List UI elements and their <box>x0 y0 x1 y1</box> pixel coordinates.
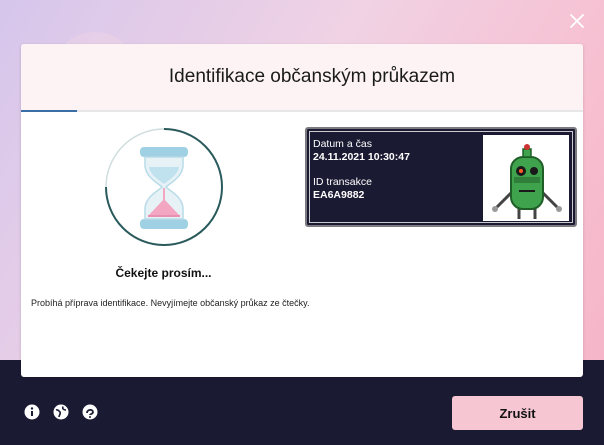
dialog-header: Identifikace občanským průkazem <box>21 44 583 112</box>
progress-bar <box>21 110 78 112</box>
transaction-id-value: EA6A9882 <box>313 189 365 201</box>
date-label: Datum a čas <box>313 138 372 150</box>
transaction-details: Datum a čas 24.11.2021 10:30:47 ID trans… <box>313 138 410 202</box>
status-message: Probíhá příprava identifikace. Nevyjímej… <box>31 298 310 308</box>
robot-icon <box>492 144 562 219</box>
date-value: 24.11.2021 10:30:47 <box>313 151 410 163</box>
globe-icon[interactable] <box>53 404 69 420</box>
hourglass-icon <box>105 128 223 246</box>
close-icon[interactable] <box>568 12 586 30</box>
cancel-button[interactable]: Zrušit <box>452 396 583 430</box>
identification-dialog: Identifikace občanským průkazem Čekejte … <box>21 44 583 377</box>
footer-icons <box>24 404 98 420</box>
dialog-title: Identifikace občanským průkazem <box>168 66 456 87</box>
transaction-panel: Datum a čas 24.11.2021 10:30:47 ID trans… <box>305 127 577 227</box>
info-icon[interactable] <box>24 404 40 420</box>
transaction-id-label: ID transakce <box>313 176 372 188</box>
help-icon[interactable] <box>82 404 98 420</box>
wait-label: Čekejte prosím... <box>115 266 212 280</box>
loading-spinner <box>104 127 224 247</box>
robot-avatar <box>483 135 569 221</box>
